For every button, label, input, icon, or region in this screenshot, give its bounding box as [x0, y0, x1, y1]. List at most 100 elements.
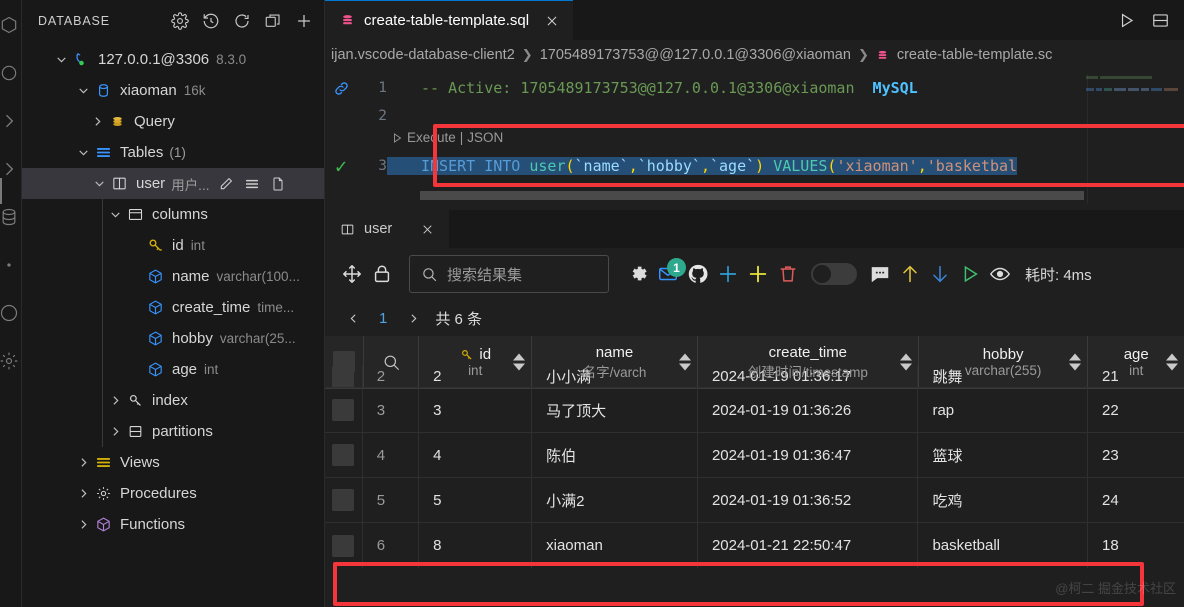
next-page-button[interactable] [399, 304, 427, 332]
account-icon[interactable] [0, 302, 21, 324]
chevron-right-icon[interactable] [106, 423, 124, 441]
tree-item-column-name[interactable]: name varchar(100... [22, 261, 324, 292]
chevron-down-icon[interactable] [106, 206, 124, 224]
prev-page-button[interactable] [339, 304, 367, 332]
table-row[interactable]: 3 3 马了顶大 2024-01-19 01:36:26 rap 22 [325, 388, 1184, 433]
row-checkbox-cell[interactable] [325, 388, 363, 432]
editor-tab-sql-file[interactable]: create-table-template.sql [325, 0, 574, 40]
chevron-right-icon-2[interactable] [0, 158, 21, 180]
chevron-down-icon[interactable] [74, 144, 92, 162]
add-icon[interactable] [294, 11, 314, 31]
run-query-icon[interactable] [1116, 10, 1136, 30]
cell-id[interactable]: 8 [419, 523, 533, 568]
column-header-create-time[interactable]: create_time 创建时间/timestamp [698, 336, 919, 388]
column-header-hobby[interactable]: hobby varchar(255) [919, 336, 1089, 388]
sort-toggle-create-time[interactable] [899, 353, 912, 371]
link-icon[interactable] [325, 80, 357, 97]
tree-item-column-hobby[interactable]: hobby varchar(25... [22, 323, 324, 354]
page-number[interactable]: 1 [367, 310, 399, 327]
tree-item-column-id[interactable]: id int [22, 230, 324, 261]
editor-horizontal-scrollbar[interactable] [420, 191, 1084, 200]
cell-id[interactable]: 3 [419, 388, 533, 432]
close-icon[interactable] [542, 11, 562, 31]
add-yellow-icon[interactable] [743, 259, 773, 289]
tree-item-columns[interactable]: columns [22, 199, 324, 230]
select-all-header[interactable] [325, 336, 364, 388]
sort-toggle-name[interactable] [678, 353, 691, 371]
edit-pencil-icon[interactable] [217, 175, 234, 192]
new-file-icon[interactable] [269, 175, 286, 192]
lock-icon[interactable] [367, 259, 397, 289]
codelens-json-link[interactable]: JSON [467, 130, 503, 145]
code-line-3-text[interactable]: INSERT INTO user(`name`,`hobby`,`age`) V… [387, 157, 1018, 175]
cell-create-time[interactable]: 2024-01-19 01:36:47 [698, 433, 919, 477]
arrow-up-icon[interactable] [895, 259, 925, 289]
cell-name[interactable]: xiaoman [532, 523, 698, 568]
tree-item-views[interactable]: Views [22, 447, 324, 478]
arrow-down-icon[interactable] [925, 259, 955, 289]
tree-item-column-age[interactable]: age int [22, 354, 324, 385]
sort-toggle-id[interactable] [513, 353, 526, 371]
move-icon[interactable] [337, 259, 367, 289]
cell-hobby[interactable]: 篮球 [918, 433, 1089, 477]
sort-toggle-hobby[interactable] [1069, 353, 1082, 371]
table-row[interactable]: 4 4 陈伯 2024-01-19 01:36:47 篮球 23 [325, 433, 1184, 478]
tree-item-server[interactable]: 127.0.0.1@3306 8.3.0 [22, 44, 324, 75]
chevron-right-icon[interactable] [106, 392, 124, 410]
database-icon[interactable] [0, 206, 21, 228]
cell-age[interactable]: 23 [1088, 433, 1184, 477]
cell-name[interactable]: 马了顶大 [532, 388, 698, 432]
row-checkbox-cell[interactable] [325, 433, 363, 477]
extensions-icon[interactable] [0, 14, 21, 36]
chevron-right-icon[interactable] [74, 454, 92, 472]
chevron-down-icon[interactable] [74, 82, 92, 100]
tree-item-query[interactable]: Query [22, 106, 324, 137]
tree-item-tables[interactable]: Tables (1) [22, 137, 324, 168]
cell-name[interactable]: 小满2 [532, 478, 698, 522]
column-header-name-col[interactable]: name 名字/varch [532, 336, 698, 388]
circle-icon[interactable] [0, 62, 21, 84]
run-play-icon[interactable] [955, 259, 985, 289]
row-checkbox[interactable] [332, 444, 355, 466]
cell-create-time[interactable]: 2024-01-19 01:36:26 [698, 388, 919, 432]
tree-item-user-table[interactable]: user 用户... [22, 168, 324, 199]
settings-gear-icon[interactable] [0, 350, 21, 372]
grid-vertical-scrollbar[interactable] [1174, 389, 1184, 607]
table-row[interactable]: 5 5 小满2 2024-01-19 01:36:52 吃鸡 24 [325, 478, 1184, 523]
gear-icon[interactable] [170, 11, 190, 31]
cell-hobby[interactable]: 吃鸡 [918, 478, 1089, 522]
breadcrumb-item-file[interactable]: create-table-template.sc [897, 47, 1053, 63]
history-icon[interactable] [201, 11, 221, 31]
cell-create-time[interactable]: 2024-01-21 22:50:47 [698, 523, 919, 568]
search-result-set-box[interactable]: 搜索结果集 [409, 255, 609, 293]
tree-item-partitions[interactable]: partitions [22, 416, 324, 447]
breadcrumb-item-connection[interactable]: 1705489173753@@127.0.0.1@3306@xiaoman [540, 47, 851, 63]
eye-icon[interactable] [985, 259, 1015, 289]
chevron-down-icon[interactable] [90, 175, 108, 193]
result-tab-user[interactable]: user [325, 210, 450, 248]
split-editor-icon[interactable] [1150, 10, 1170, 30]
row-search-header[interactable] [364, 336, 420, 388]
row-checkbox[interactable] [332, 399, 355, 421]
chevron-right-icon[interactable] [0, 110, 21, 132]
codelens-execute-link[interactable]: Execute [407, 130, 456, 145]
tree-item-functions[interactable]: Functions [22, 509, 324, 540]
toggle-switch[interactable] [811, 263, 857, 285]
row-checkbox-cell[interactable] [325, 523, 363, 568]
cell-name[interactable]: 陈伯 [532, 433, 698, 477]
add-blue-icon[interactable] [713, 259, 743, 289]
row-checkbox[interactable] [332, 489, 355, 511]
cell-id[interactable]: 4 [419, 433, 533, 477]
gear-icon[interactable] [623, 259, 653, 289]
cell-age[interactable]: 18 [1088, 523, 1184, 568]
delete-trash-icon[interactable] [773, 259, 803, 289]
breadcrumb-item-extension[interactable]: ijan.vscode-database-client2 [331, 47, 515, 63]
comment-icon[interactable] [865, 259, 895, 289]
list-lines-icon[interactable] [243, 175, 260, 192]
chevron-right-icon[interactable] [74, 485, 92, 503]
close-icon[interactable] [417, 219, 437, 239]
select-all-checkbox[interactable] [332, 351, 355, 373]
cell-age[interactable]: 22 [1088, 388, 1184, 432]
row-checkbox[interactable] [332, 534, 355, 557]
chevron-right-icon[interactable] [88, 113, 106, 131]
